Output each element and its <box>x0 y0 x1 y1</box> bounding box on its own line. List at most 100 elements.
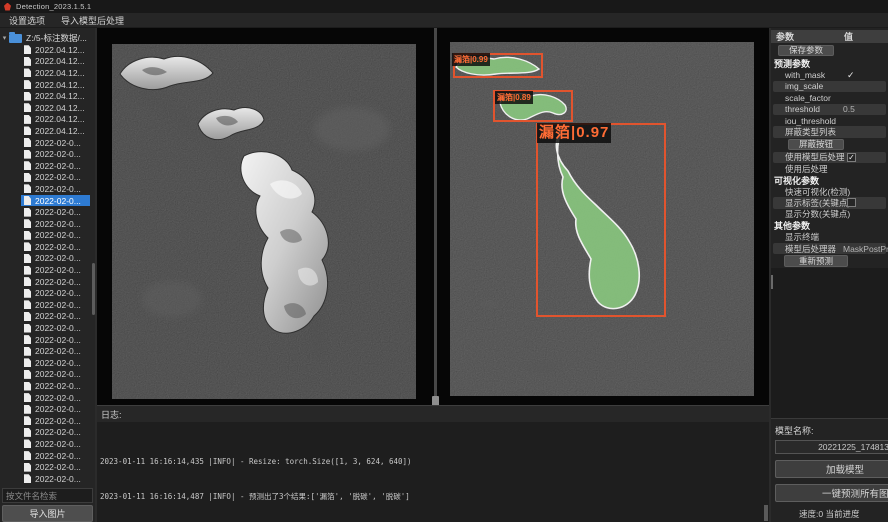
file-icon <box>24 115 31 124</box>
tree-item[interactable]: 2022-02-0... <box>0 148 95 160</box>
tree-item[interactable]: 2022-02-0... <box>0 369 95 381</box>
file-icon <box>24 439 31 448</box>
tree-item-label: 2022-02-0... <box>35 416 81 426</box>
import-images-button[interactable]: 导入图片 <box>2 505 93 522</box>
tree-item-label: 2022-02-0... <box>35 138 81 148</box>
viewer-splitter[interactable] <box>434 28 437 405</box>
tree-item[interactable]: 2022-02-0... <box>0 299 95 311</box>
param-row-img-scale[interactable]: img_scale <box>773 81 886 92</box>
param-row-model-postprocessor[interactable]: 模型后处理器 MaskPostPro <box>773 243 886 254</box>
file-icon <box>24 300 31 309</box>
menu-settings[interactable]: 设置选项 <box>9 14 45 27</box>
tree-item[interactable]: 2022-02-0... <box>0 403 95 415</box>
tree-item[interactable]: 2022-02-0... <box>0 172 95 184</box>
tree-item[interactable]: 2022-02-0... <box>0 287 95 299</box>
tree-item[interactable]: 2022-02-0... <box>0 427 95 439</box>
tree-item[interactable]: 2022.04.12... <box>0 44 95 56</box>
tree-item[interactable]: 2022-02-0... <box>0 160 95 172</box>
params-table: 参数 值 保存参数 预测参数 with_mask ✓ img_scale sca… <box>771 28 888 268</box>
param-row-iou-threshold[interactable]: iou_threshold <box>771 115 888 126</box>
file-icon <box>24 358 31 367</box>
tree-item[interactable]: 2022-02-0... <box>0 345 95 357</box>
tree-item[interactable]: 2022.04.12... <box>0 125 95 137</box>
tree-item[interactable]: 2022-02-0... <box>0 473 95 485</box>
param-name: iou_threshold <box>771 116 836 126</box>
tree-item[interactable]: 2022-02-0... <box>0 380 95 392</box>
tree-item[interactable]: 2022-02-0... <box>0 206 95 218</box>
file-icon <box>24 161 31 170</box>
params-panel-filler <box>771 268 888 418</box>
tree-item-label: 2022-02-0... <box>35 219 81 229</box>
param-value[interactable]: MaskPostPro <box>843 244 885 254</box>
tree-item-label: 2022-02-0... <box>35 369 81 379</box>
tree-item[interactable]: 2022-02-0... <box>0 334 95 346</box>
tree-item[interactable]: 2022-02-0... <box>0 264 95 276</box>
expand-arrow-icon[interactable]: ▾ <box>0 34 9 42</box>
tree-item[interactable]: 2022-02-0... <box>0 195 95 207</box>
tree-item[interactable]: 2022-02-0... <box>0 357 95 369</box>
tree-item[interactable]: 2022-02-0... <box>0 241 95 253</box>
tree-item-label: 2022.04.12... <box>35 80 85 90</box>
log-scrollbar[interactable] <box>764 505 768 521</box>
tree-item[interactable]: 2022-02-0... <box>0 253 95 265</box>
param-row-use-model-postprocess[interactable]: 使用模型后处理 ✓ <box>773 152 886 163</box>
mask-button[interactable]: 屏蔽按钮 <box>788 139 844 150</box>
load-model-button[interactable]: 加载模型 <box>775 460 888 478</box>
section-label: 预测参数 <box>774 57 810 70</box>
prediction-image[interactable]: 漏箔|0.99 漏箔|0.89 漏箔|0.97 <box>450 42 754 396</box>
file-icon <box>24 219 31 228</box>
tree-item[interactable]: 2022-02-0... <box>0 218 95 230</box>
param-row-with-mask[interactable]: with_mask ✓ <box>771 69 888 80</box>
menu-import-postprocess[interactable]: 导入模型后处理 <box>61 14 124 27</box>
tree-item[interactable]: 2022.04.12... <box>0 67 95 79</box>
tree-item[interactable]: 2022-02-0... <box>0 415 95 427</box>
tree-item[interactable]: 2022-02-0... <box>0 311 95 323</box>
folder-icon <box>9 34 22 43</box>
param-row-threshold[interactable]: threshold 0.5 <box>773 104 886 115</box>
save-params-button[interactable]: 保存参数 <box>778 45 834 56</box>
tree-item[interactable]: 2022.04.12... <box>0 79 95 91</box>
params-scrollbar[interactable] <box>771 275 773 289</box>
model-name-field[interactable]: 20221225_174813 <box>775 440 888 454</box>
tree-item[interactable]: 2022.04.12... <box>0 114 95 126</box>
param-row-show-labels[interactable]: 显示标签(关键点) <box>773 197 886 208</box>
tree-item[interactable]: 2022.04.12... <box>0 56 95 68</box>
tree-item[interactable]: 2022-02-0... <box>0 276 95 288</box>
tree-item-label: 2022-02-0... <box>35 404 81 414</box>
tree-item[interactable]: 2022.04.12... <box>0 102 95 114</box>
original-image[interactable] <box>112 44 416 399</box>
predict-all-button[interactable]: 一键预测所有图片 <box>775 484 888 502</box>
param-row-scale-factor[interactable]: scale_factor <box>771 92 888 103</box>
param-row-show-terminal[interactable]: 显示终端 <box>771 231 888 242</box>
file-icon <box>24 103 31 112</box>
tree-item[interactable]: 2022-02-0... <box>0 230 95 242</box>
param-row-fast-visualization[interactable]: 快速可视化(检测) <box>771 186 888 197</box>
tree-item[interactable]: 2022-02-0... <box>0 322 95 334</box>
log-panel: 日志: 2023-01-11 16:16:14,435 |INFO| - Res… <box>97 405 769 522</box>
tree-item[interactable]: 2022-02-0... <box>0 137 95 149</box>
search-input[interactable] <box>2 488 93 503</box>
tree-item[interactable]: 2022-02-0... <box>0 450 95 462</box>
file-icon <box>24 150 31 159</box>
tree-root-label: Z:/5-标注数据/... <box>26 32 87 44</box>
tree-item-label: 2022-02-0... <box>35 288 81 298</box>
use-model-postprocess-checkbox[interactable]: ✓ <box>847 153 856 162</box>
show-labels-checkbox[interactable] <box>847 198 856 207</box>
header-value: 值 <box>844 30 853 43</box>
tree-item[interactable]: 2022-02-0... <box>0 183 95 195</box>
menu-bar: 设置选项 导入模型后处理 <box>0 13 888 28</box>
file-icon <box>24 68 31 77</box>
tree-item[interactable]: 2022-02-0... <box>0 392 95 404</box>
param-row-mask-type-list[interactable]: 屏蔽类型列表 <box>773 126 886 137</box>
log-lines[interactable]: 2023-01-11 16:16:14,435 |INFO| - Resize:… <box>97 422 769 522</box>
with-mask-check-icon[interactable]: ✓ <box>847 70 855 81</box>
tree-scrollbar[interactable] <box>92 263 95 315</box>
param-value[interactable]: 0.5 <box>843 104 885 114</box>
tree-root-folder[interactable]: ▾ Z:/5-标注数据/... <box>0 32 95 44</box>
tree-item[interactable]: 2022-02-0... <box>0 438 95 450</box>
detection-bbox-3 <box>536 123 666 317</box>
tree-item[interactable]: 2022.04.12... <box>0 90 95 102</box>
redo-predict-button[interactable]: 重新预测 <box>784 255 848 267</box>
file-icon <box>24 289 31 298</box>
tree-item[interactable]: 2022-02-0... <box>0 461 95 473</box>
